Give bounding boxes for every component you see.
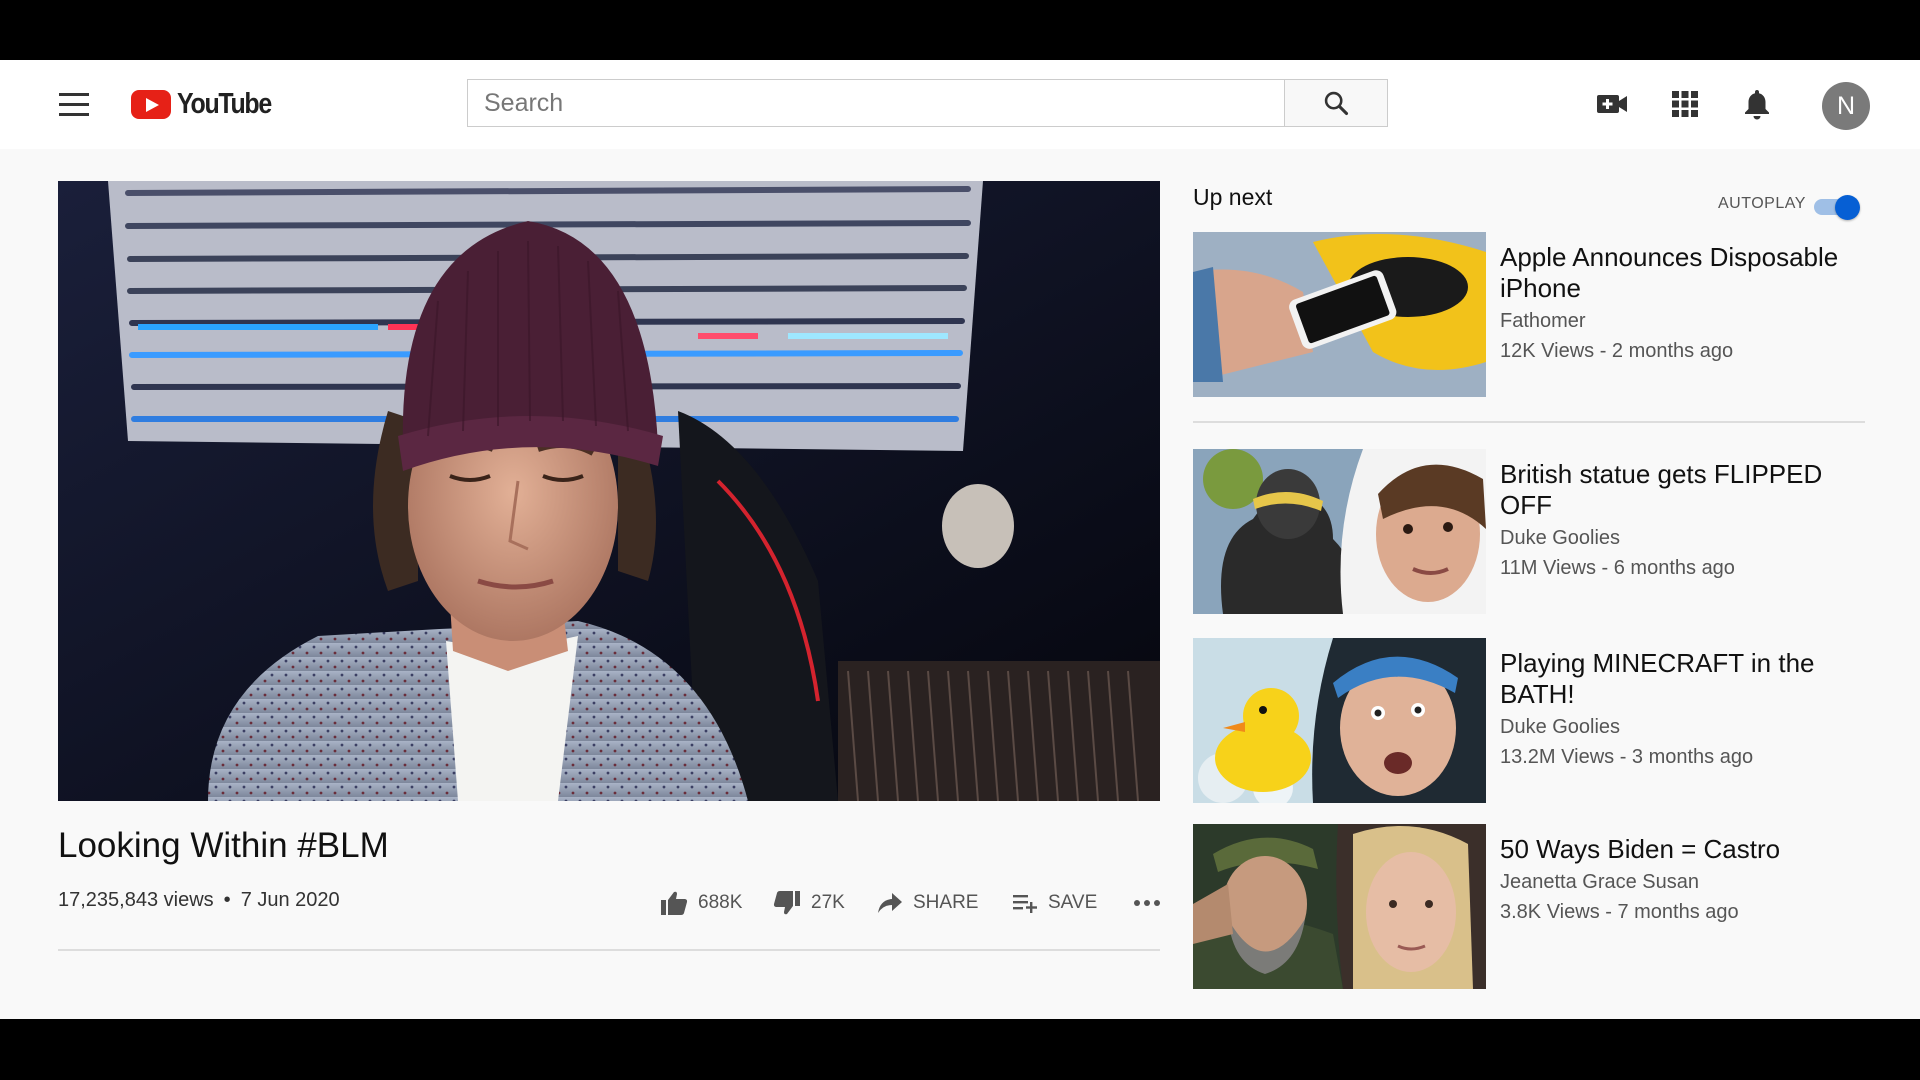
upload-date: 7 Jun 2020 — [240, 889, 340, 911]
menu-bar — [59, 92, 89, 96]
apps-grid-icon[interactable] — [1665, 84, 1705, 124]
recommended-channel: Jeanetta Grace Susan — [1500, 871, 1700, 893]
save-button[interactable]: SAVE — [1012, 886, 1097, 920]
menu-icon[interactable] — [48, 81, 100, 127]
more-horizontal-icon — [1134, 900, 1160, 906]
share-arrow-icon — [878, 893, 902, 913]
video-player[interactable] — [58, 181, 1160, 801]
letterbox-top — [0, 0, 1920, 60]
avatar[interactable]: N — [1822, 82, 1870, 130]
video-meta: 17,235,843 views • 7 Jun 2020 — [58, 889, 340, 912]
dislike-count: 27K — [811, 892, 845, 913]
create-video-icon[interactable] — [1592, 84, 1632, 124]
recommended-channel: Fathomer — [1500, 310, 1586, 332]
search-input[interactable] — [468, 80, 1284, 126]
recommended-video[interactable]: 50 Ways Biden = Castro Jeanetta Grace Su… — [1193, 824, 1873, 989]
recommended-stats: 11M Views - 6 months ago — [1500, 557, 1735, 579]
like-count: 688K — [698, 892, 743, 913]
thumbs-down-icon — [773, 891, 800, 915]
recommended-video[interactable]: Playing MINECRAFT in the BATH! Duke Gool… — [1193, 638, 1873, 803]
like-button[interactable]: 688K — [660, 886, 742, 920]
video-frame-image — [58, 181, 1160, 801]
recommended-title: Apple Announces Disposable iPhone — [1500, 242, 1839, 303]
recommended-video[interactable]: British statue gets FLIPPED OFF Duke Goo… — [1193, 449, 1873, 614]
share-label: SHARE — [913, 892, 979, 913]
video-thumbnail — [1193, 232, 1486, 397]
recommended-stats: 12K Views - 2 months ago — [1500, 340, 1734, 362]
autoplay-label: AUTOPLAY — [1718, 195, 1806, 212]
menu-bar — [59, 112, 89, 116]
youtube-app: YouTube Search N Looking Within #BLM 17,… — [0, 60, 1920, 1019]
search-icon — [1324, 91, 1349, 116]
toggle-knob — [1835, 195, 1860, 220]
notifications-bell-icon[interactable] — [1737, 84, 1777, 124]
top-header: YouTube Search N — [0, 60, 1920, 149]
meta-separator: • — [223, 889, 231, 911]
recommended-stats: 3.8K Views - 7 months ago — [1500, 901, 1739, 923]
video-thumbnail — [1193, 449, 1486, 614]
dislike-button[interactable]: 27K — [773, 886, 845, 920]
up-next-heading: Up next — [1193, 184, 1273, 210]
autoplay-toggle[interactable] — [1814, 195, 1860, 220]
logo-text: YouTube — [177, 87, 272, 120]
recommended-title: Playing MINECRAFT in the BATH! — [1500, 648, 1815, 709]
recommended-channel: Duke Goolies — [1500, 716, 1621, 738]
search-button[interactable] — [1285, 79, 1388, 127]
share-button[interactable]: SHARE — [877, 886, 978, 920]
video-thumbnail — [1193, 638, 1486, 803]
content-divider — [58, 949, 1160, 951]
recommended-title: British statue gets FLIPPED OFF — [1500, 459, 1823, 520]
more-actions-button[interactable] — [1133, 886, 1161, 920]
recommended-title: 50 Ways Biden = Castro — [1500, 834, 1781, 864]
letterbox-bottom — [0, 1019, 1920, 1080]
add-to-playlist-icon — [1013, 895, 1037, 913]
recommended-stats: 13.2M Views - 3 months ago — [1500, 746, 1754, 768]
view-count: 17,235,843 views — [58, 889, 214, 911]
save-label: SAVE — [1048, 892, 1098, 913]
menu-bar — [59, 102, 89, 106]
thumbs-up-icon — [661, 891, 688, 915]
play-logo-icon — [131, 89, 171, 119]
video-thumbnail — [1193, 824, 1486, 989]
youtube-logo[interactable]: YouTube — [131, 86, 286, 122]
recommended-video[interactable]: Apple Announces Disposable iPhone Fathom… — [1193, 232, 1873, 397]
recommendation-divider — [1193, 421, 1865, 423]
recommended-channel: Duke Goolies — [1500, 527, 1621, 549]
search-box — [467, 79, 1285, 127]
video-title: Looking Within #BLM — [58, 826, 389, 865]
